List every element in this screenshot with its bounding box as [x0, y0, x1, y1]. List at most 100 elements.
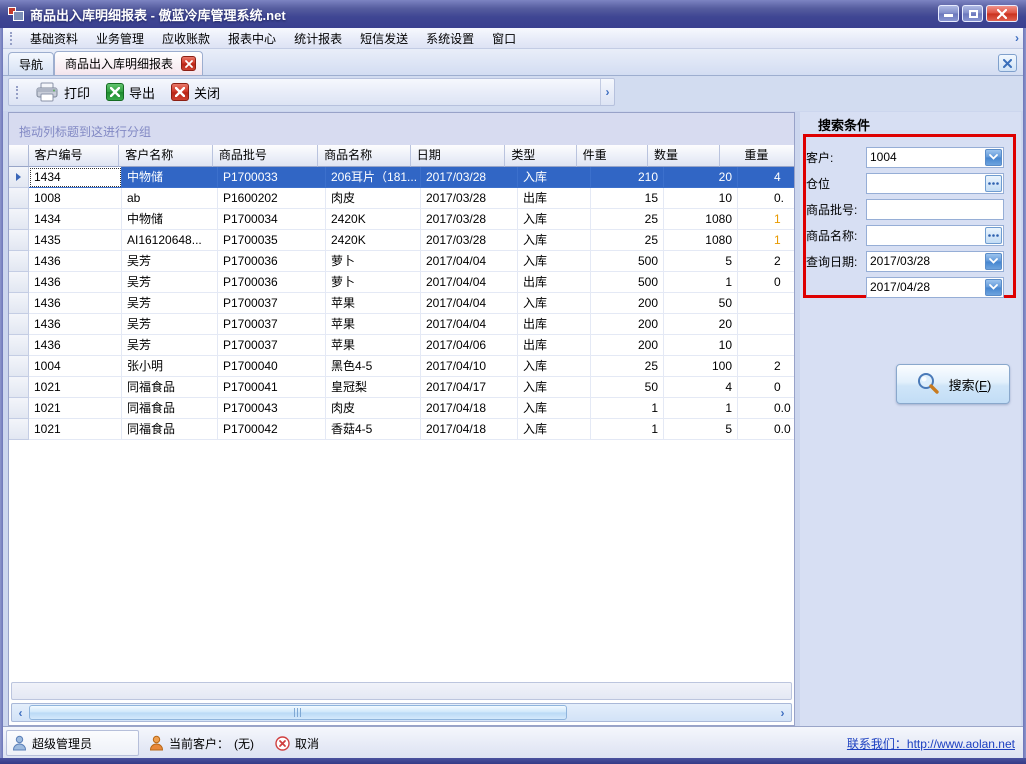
table-cell: 吴芳 [122, 314, 218, 335]
tab-report[interactable]: 商品出入库明细报表 [54, 51, 203, 75]
table-cell: 500 [591, 272, 664, 293]
row-indicator [9, 251, 29, 272]
close-icon [997, 9, 1007, 19]
menu-item[interactable]: 统计报表 [285, 28, 351, 49]
cancel-icon [275, 736, 290, 751]
table-cell: 1436 [29, 251, 122, 272]
column-header[interactable]: 商品批号 [213, 145, 318, 167]
toolbar-overflow-icon[interactable]: › [600, 79, 614, 105]
client-area: 基础资料业务管理应收账款报表中心统计报表短信发送系统设置窗口 › 导航 商品出入… [3, 28, 1023, 758]
menu-item[interactable]: 应收账款 [153, 28, 219, 49]
tab-navigation[interactable]: 导航 [8, 52, 54, 75]
table-row[interactable]: 1004张小明P1700040黑色4-52017/04/10入库251002 [9, 356, 794, 377]
column-header[interactable]: 日期 [411, 145, 506, 167]
product-name-input[interactable] [866, 225, 1004, 246]
table-cell: 入库 [518, 377, 591, 398]
close-report-button[interactable]: 关闭 [163, 81, 228, 104]
column-header[interactable]: 件重 [577, 145, 648, 167]
table-row[interactable]: 1021同福食品P1700042香菇4-52017/04/18入库150.0 [9, 419, 794, 440]
close-button[interactable] [986, 5, 1018, 22]
table-cell: 5 [664, 419, 738, 440]
table-cell: 2017/04/04 [421, 314, 518, 335]
horizontal-scrollbar[interactable]: ‹ › [11, 703, 792, 722]
scroll-left-icon[interactable]: ‹ [12, 704, 29, 721]
print-button[interactable]: 打印 [27, 80, 98, 104]
scrollbar-thumb[interactable] [29, 705, 567, 720]
table-row[interactable]: 1434中物储P17000342420K2017/03/28入库2510801 [9, 209, 794, 230]
table-row[interactable]: 1436吴芳P1700036萝卜2017/04/04出库50010 [9, 272, 794, 293]
menu-item[interactable]: 系统设置 [417, 28, 483, 49]
table-cell: 1008 [29, 188, 122, 209]
customer-label: 客户: [806, 149, 866, 166]
table-row[interactable]: 1435AI16120648...P17000352420K2017/03/28… [9, 230, 794, 251]
table-cell: 吴芳 [122, 293, 218, 314]
customer-input[interactable] [866, 147, 1004, 168]
row-indicator [9, 188, 29, 209]
date-from-dropdown-button[interactable] [985, 253, 1002, 270]
column-header[interactable]: 商品名称 [318, 145, 411, 167]
batch-no-input[interactable] [866, 199, 1004, 220]
row-indicator [9, 377, 29, 398]
date-from-input[interactable] [866, 251, 1004, 272]
row-indicator [9, 293, 29, 314]
warehouse-control [866, 173, 1004, 194]
tab-close-button[interactable] [181, 56, 196, 71]
column-header[interactable]: 类型 [505, 145, 576, 167]
date-to-dropdown-button[interactable] [985, 279, 1002, 296]
table-row[interactable]: 1436吴芳P1700036萝卜2017/04/04入库50052 [9, 251, 794, 272]
menu-bar-items: 基础资料业务管理应收账款报表中心统计报表短信发送系统设置窗口 [21, 28, 525, 49]
table-cell: 200 [591, 335, 664, 356]
search-button[interactable]: 搜索(F) [896, 364, 1010, 404]
export-button[interactable]: 导出 [98, 81, 163, 104]
row-indicator [9, 209, 29, 230]
column-header[interactable]: 客户编号 [29, 145, 120, 167]
current-customer-value: (无) [234, 735, 254, 752]
table-row[interactable]: 1008abP1600202肉皮2017/03/28出库15100. [9, 188, 794, 209]
table-cell: 出库 [518, 272, 591, 293]
table-row[interactable]: 1436吴芳P1700037苹果2017/04/04入库20050 [9, 293, 794, 314]
menu-overflow-icon[interactable]: › [1015, 31, 1019, 45]
product-name-label: 商品名称: [806, 227, 866, 244]
table-row[interactable]: 1434中物储P1700033206耳片（181...2017/03/28入库2… [9, 167, 794, 188]
column-header[interactable]: 数量 [648, 145, 720, 167]
product-name-ellipsis-button[interactable] [985, 227, 1002, 244]
row-indicator [9, 230, 29, 251]
customer-dropdown-button[interactable] [985, 149, 1002, 166]
menu-item[interactable]: 窗口 [483, 28, 525, 49]
menu-item[interactable]: 业务管理 [87, 28, 153, 49]
table-row[interactable]: 1021同福食品P1700041皇冠梨2017/04/17入库5040 [9, 377, 794, 398]
table-cell: 0.0 [738, 398, 794, 419]
table-cell: 1080 [664, 230, 738, 251]
table-cell [738, 314, 794, 335]
warehouse-input[interactable] [866, 173, 1004, 194]
batch-no-control [866, 199, 1004, 220]
menu-item[interactable]: 短信发送 [351, 28, 417, 49]
date-to-input[interactable] [866, 277, 1004, 298]
table-row[interactable]: 1436吴芳P1700037苹果2017/04/06出库20010 [9, 335, 794, 356]
search-field-row: 商品批号: [806, 198, 1004, 220]
table-cell: 5 [664, 251, 738, 272]
scroll-right-icon[interactable]: › [774, 704, 791, 721]
warehouse-ellipsis-button[interactable] [985, 175, 1002, 192]
batch-no-label: 商品批号: [806, 201, 866, 218]
group-by-bar[interactable]: 拖动列标题到这进行分组 [9, 113, 794, 145]
table-row[interactable]: 1436吴芳P1700037苹果2017/04/04出库20020 [9, 314, 794, 335]
close-tab-panel-button[interactable] [998, 54, 1017, 72]
table-cell: 15 [591, 188, 664, 209]
table-cell: P1700043 [218, 398, 326, 419]
column-header[interactable]: 客户名称 [119, 145, 213, 167]
menu-item[interactable]: 基础资料 [21, 28, 87, 49]
cancel-customer-button[interactable]: 取消 [275, 727, 319, 759]
minimize-button[interactable] [938, 5, 959, 22]
maximize-button[interactable] [962, 5, 983, 22]
contact-link[interactable]: 联系我们：http://www.aolan.net [847, 727, 1015, 759]
print-button-label: 打印 [64, 83, 90, 102]
column-header[interactable]: 重量 [720, 145, 794, 167]
table-cell: 入库 [518, 230, 591, 251]
table-row[interactable]: 1021同福食品P1700043肉皮2017/04/18入库110.0 [9, 398, 794, 419]
table-cell: 206耳片（181... [326, 167, 421, 188]
table-cell: AI16120648... [122, 230, 218, 251]
menu-item[interactable]: 报表中心 [219, 28, 285, 49]
report-grid: 拖动列标题到这进行分组 客户编号客户名称商品批号商品名称日期类型件重数量重量 1… [8, 112, 795, 726]
customer-control [866, 147, 1004, 168]
